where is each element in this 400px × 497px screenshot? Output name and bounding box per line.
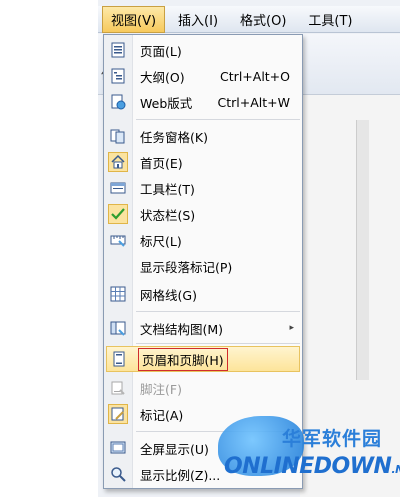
watermark-brand: ONLINEDOWN [224, 454, 392, 479]
menu-item-label: 标尺(L) [140, 233, 182, 249]
menu-item-label: 首页(E) [140, 155, 183, 171]
home-icon [108, 152, 128, 172]
menu-item-document-map[interactable]: 文档结构图(M) ▸ [106, 315, 300, 341]
menu-item-shortcut: Ctrl+Alt+W [217, 94, 290, 110]
menu-item-status-bar[interactable]: 状态栏(S) [106, 201, 300, 227]
menu-item-paragraph-marks[interactable]: 显示段落标记(P) [106, 253, 300, 279]
watermark-english-text: ONLINEDOWN.NET [224, 454, 400, 479]
menu-insert[interactable]: 插入(I) [169, 6, 227, 33]
watermark-chinese-text: 华军软件园 [282, 428, 383, 450]
outline-icon [108, 66, 128, 86]
menu-item-label: 脚注(F) [140, 381, 182, 397]
ruler-icon [108, 230, 128, 250]
menu-item-label: 状态栏(S) [140, 207, 196, 223]
page-view-icon [108, 40, 128, 60]
menu-item-label: Web版式 [140, 95, 193, 111]
menu-item-task-pane[interactable]: 任务窗格(K) [106, 123, 300, 149]
vertical-ruler [356, 120, 369, 380]
menu-item-gridlines[interactable]: 网格线(G) [106, 281, 300, 307]
menu-bar: 视图(V) 插入(I) 格式(O) 工具(T) [98, 5, 400, 33]
menu-item-header-footer[interactable]: 页眉和页脚(H) [106, 346, 300, 372]
menu-item-shortcut: Ctrl+Alt+O [220, 68, 290, 84]
markup-icon [108, 404, 128, 424]
menu-item-label: 显示比例(Z)... [140, 467, 221, 483]
menu-view[interactable]: 视图(V) [102, 5, 166, 33]
menu-item-label: 标记(A) [140, 407, 184, 423]
footnote-icon [108, 378, 128, 398]
menu-item-label: 文档结构图(M) [140, 321, 224, 337]
task-pane-icon [108, 126, 128, 146]
menu-item-web-layout[interactable]: Web版式 Ctrl+Alt+W [106, 89, 300, 115]
submenu-arrow-icon: ▸ [289, 323, 294, 333]
menu-format[interactable]: 格式(O) [231, 6, 295, 33]
menu-separator [136, 311, 300, 312]
watermark-suffix: .NET [391, 463, 400, 476]
menu-item-toolbar[interactable]: 工具栏(T) [106, 175, 300, 201]
menu-item-label: 网格线(G) [140, 287, 197, 303]
web-layout-icon [108, 92, 128, 112]
header-footer-icon [109, 349, 129, 369]
menu-item-label: 页眉和页脚(H) [138, 347, 228, 371]
zoom-icon [108, 464, 128, 484]
menu-item-footnote: 脚注(F) [106, 375, 300, 401]
menu-item-page-view[interactable]: 页面(L) [106, 37, 300, 63]
menu-item-label: 任务窗格(K) [140, 129, 208, 145]
menu-item-label: 页面(L) [140, 43, 182, 59]
grid-icon [108, 284, 128, 304]
menu-item-label: 工具栏(T) [140, 181, 195, 197]
empty-icon-slot [108, 256, 128, 276]
menu-item-ruler[interactable]: 标尺(L) [106, 227, 300, 253]
menu-item-outline[interactable]: 大纲(O) Ctrl+Alt+O [106, 63, 300, 89]
menu-item-label: 大纲(O) [140, 69, 185, 85]
menu-item-label: 显示段落标记(P) [140, 259, 233, 275]
menu-tools[interactable]: 工具(T) [299, 6, 361, 33]
fullscreen-icon [108, 438, 128, 458]
watermark: 华军软件园 ONLINEDOWN.NET [218, 410, 400, 497]
document-map-icon [108, 318, 128, 338]
menu-separator [136, 343, 300, 344]
menu-separator [136, 119, 300, 120]
menu-item-home[interactable]: 首页(E) [106, 149, 300, 175]
menu-item-label: 全屏显示(U) [140, 441, 209, 457]
toolbar-icon [108, 178, 128, 198]
checkmark-icon [108, 204, 128, 224]
